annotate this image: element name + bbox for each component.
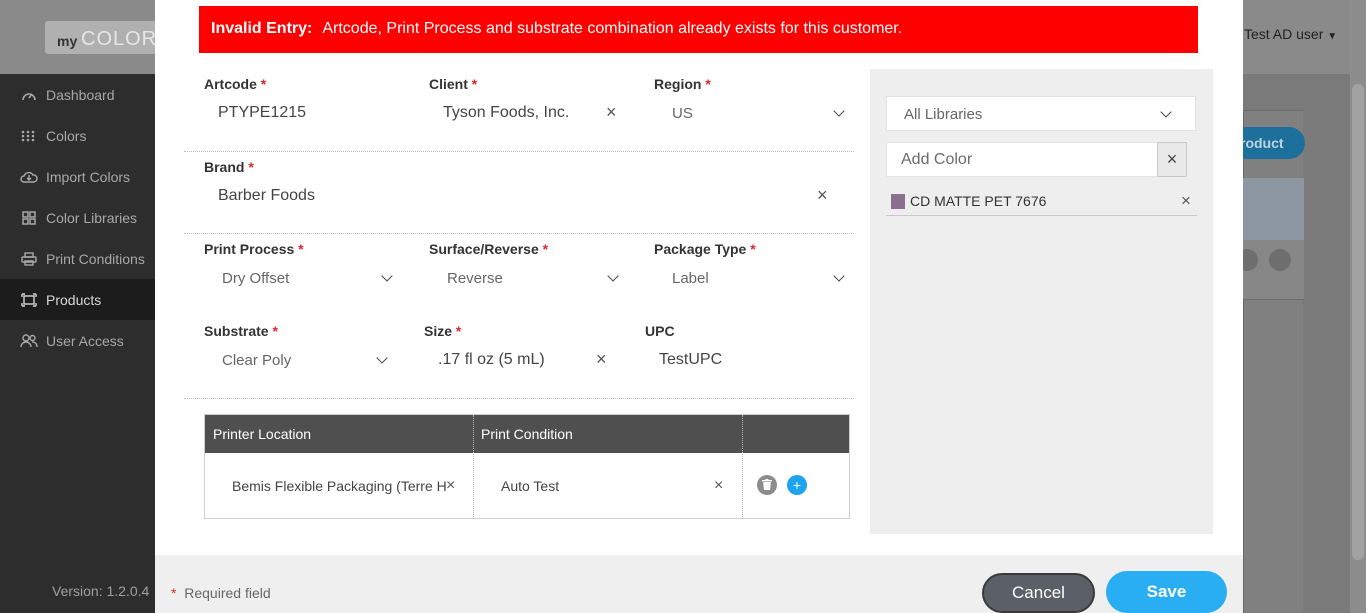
surface-reverse-select[interactable]: Reverse — [447, 270, 503, 287]
edit-product-modal: Invalid Entry: Artcode, Print Process and… — [155, 0, 1243, 613]
background-table-row — [1243, 240, 1304, 300]
alert-title: Invalid Entry: — [211, 20, 313, 37]
sidebar-item-label: Color Libraries — [46, 209, 138, 226]
upc-label: UPC — [645, 323, 675, 339]
artcode-label: Artcode * — [204, 76, 267, 92]
client-label: Client * — [429, 76, 478, 92]
package-type-select[interactable]: Label — [672, 270, 709, 287]
sidebar-item-products[interactable]: Products — [0, 279, 155, 320]
sidebar-item-label: User Access — [46, 332, 124, 349]
logo-my-text: my — [57, 33, 78, 49]
print-condition-clear-icon[interactable]: × — [714, 478, 723, 494]
client-clear-icon[interactable]: × — [606, 103, 617, 121]
column-separator — [473, 415, 474, 519]
surface-reverse-chevron-down-icon[interactable] — [607, 270, 619, 282]
region-label: Region * — [654, 76, 711, 92]
library-select-value: All Libraries — [904, 106, 983, 123]
divider — [184, 151, 854, 152]
cancel-button[interactable]: Cancel — [982, 573, 1095, 613]
app-logo[interactable]: my COLORS — [45, 21, 170, 54]
substrate-select[interactable]: Clear Poly — [222, 352, 291, 369]
printer-location-clear-icon[interactable]: × — [446, 478, 455, 494]
delete-row-button[interactable] — [757, 475, 777, 495]
remove-color-icon[interactable]: × — [1181, 191, 1191, 211]
import-icon — [20, 170, 38, 184]
sidebar-item-label: Print Conditions — [46, 250, 145, 267]
alert-message: Artcode, Print Process and substrate com… — [322, 20, 903, 37]
scrollbar-thumb[interactable] — [1352, 84, 1364, 560]
error-alert: Invalid Entry: Artcode, Print Process and… — [199, 6, 1198, 53]
colors-icon — [20, 129, 38, 143]
modal-footer: * Required field Cancel Save — [155, 555, 1243, 613]
client-select[interactable]: Tyson Foods, Inc. — [443, 104, 569, 122]
divider — [184, 398, 854, 399]
color-swatch — [891, 194, 905, 209]
sidebar-item-label: Dashboard — [46, 86, 115, 103]
size-label: Size * — [424, 323, 462, 339]
printer-location-header: Printer Location — [205, 415, 473, 453]
size-clear-icon[interactable]: × — [596, 350, 607, 368]
add-row-button[interactable]: + — [787, 475, 807, 495]
products-icon — [20, 292, 38, 307]
upc-input[interactable]: TestUPC — [659, 351, 722, 369]
package-type-chevron-down-icon[interactable] — [833, 270, 845, 282]
add-color-input[interactable]: Add Color — [886, 142, 1158, 177]
sidebar: Dashboard Colors Import Colors Color Lib… — [0, 74, 155, 613]
sidebar-item-colors[interactable]: Colors — [0, 115, 155, 156]
sidebar-item-user-access[interactable]: User Access — [0, 320, 155, 361]
sidebar-item-label: Import Colors — [46, 168, 131, 185]
user-menu[interactable]: Test AD user ▼ — [1244, 26, 1337, 42]
background-table-header — [1243, 178, 1304, 240]
brand-select[interactable]: Barber Foods — [218, 187, 315, 205]
print-process-select[interactable]: Dry Offset — [222, 270, 289, 287]
delete-icon[interactable] — [1269, 249, 1291, 271]
save-button[interactable]: Save — [1106, 571, 1227, 613]
print-condition-select[interactable]: Auto Test — [501, 453, 701, 519]
sidebar-item-import-colors[interactable]: Import Colors — [0, 156, 155, 197]
sidebar-item-label: Colors — [46, 127, 87, 144]
actions-header — [742, 415, 849, 453]
color-name: CD MATTE PET 7676 — [910, 193, 1047, 209]
size-select[interactable]: .17 fl oz (5 mL) — [438, 351, 545, 369]
package-type-label: Package Type * — [654, 241, 756, 257]
trash-icon — [762, 479, 772, 490]
sidebar-item-label: Products — [46, 291, 102, 308]
user-name: Test AD user — [1244, 26, 1324, 42]
substrate-label: Substrate * — [204, 323, 278, 339]
libraries-icon — [20, 210, 38, 225]
print-process-chevron-down-icon[interactable] — [381, 270, 393, 282]
sidebar-item-color-libraries[interactable]: Color Libraries — [0, 197, 155, 238]
users-icon — [20, 333, 38, 348]
printer-location-select[interactable]: Bemis Flexible Packaging (Terre H — [232, 453, 452, 519]
brand-clear-icon[interactable]: × — [817, 186, 828, 204]
region-select[interactable]: US — [672, 105, 693, 122]
app-version: Version: 1.2.0.4 — [52, 583, 150, 599]
substrate-chevron-down-icon[interactable] — [376, 352, 388, 364]
library-select[interactable]: All Libraries — [886, 96, 1196, 131]
surface-reverse-label: Surface/Reverse * — [429, 241, 549, 257]
printer-icon — [20, 251, 38, 266]
brand-label: Brand * — [204, 159, 254, 175]
dashboard-icon — [20, 88, 38, 102]
sidebar-item-print-conditions[interactable]: Print Conditions — [0, 238, 155, 279]
color-list-item: CD MATTE PET 7676 × — [886, 187, 1197, 216]
column-separator — [742, 415, 743, 519]
print-process-label: Print Process * — [204, 241, 304, 257]
plus-icon: + — [792, 477, 802, 493]
printer-table: Printer Location Print Condition Bemis F… — [204, 414, 850, 519]
color-panel: All Libraries Add Color × CD MATTE PET 7… — [870, 69, 1213, 534]
region-chevron-down-icon[interactable] — [833, 105, 845, 117]
divider — [184, 233, 854, 234]
add-color-clear-button[interactable]: × — [1157, 142, 1187, 177]
required-field-note: * Required field — [171, 585, 271, 601]
caret-down-icon: ▼ — [1327, 31, 1338, 42]
artcode-input[interactable]: PTYPE1215 — [218, 104, 306, 122]
sidebar-item-dashboard[interactable]: Dashboard — [0, 74, 155, 115]
print-condition-header: Print Condition — [473, 415, 742, 453]
